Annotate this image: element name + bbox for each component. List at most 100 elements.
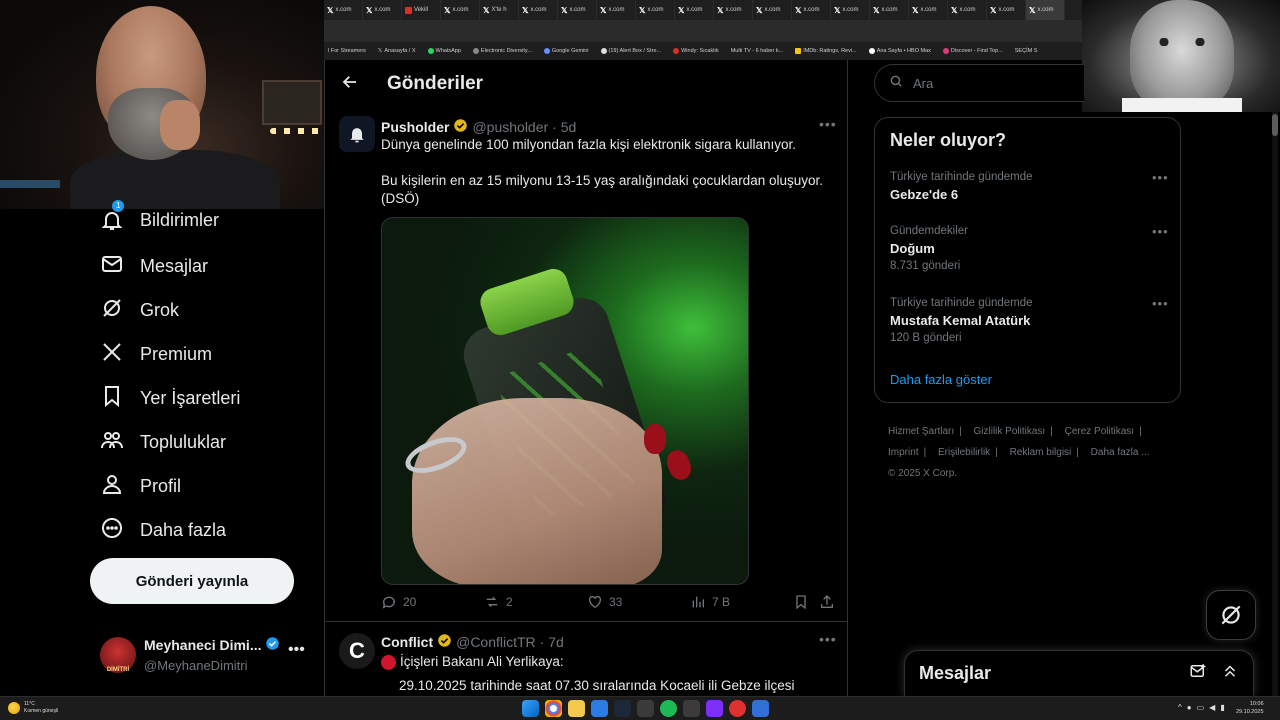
footer-link[interactable]: Gizlilik Politikası [974, 426, 1046, 437]
sidebar-item-grok[interactable]: Grok [100, 296, 179, 325]
tweet-avatar[interactable] [339, 116, 375, 152]
sidebar-item-premium[interactable]: Premium [100, 340, 212, 369]
bookmark-item[interactable]: (19) Alert Box / Stre... [600, 48, 661, 54]
grok-floating-button[interactable] [1206, 590, 1256, 640]
sidebar-item-notifications[interactable]: 1 Bildirimler [100, 200, 219, 232]
app-icon[interactable] [729, 700, 746, 717]
browser-tab[interactable]: 𝕏x.com [324, 0, 363, 20]
scrollbar[interactable] [1272, 112, 1278, 696]
tweet-media-image[interactable] [381, 217, 749, 585]
tweet-author-name[interactable]: Pusholder [381, 119, 449, 135]
browser-tab[interactable]: 𝕏x.com [363, 0, 402, 20]
reply-button[interactable]: 20 [381, 594, 484, 610]
new-message-icon[interactable] [1189, 662, 1221, 685]
volume-icon[interactable]: ◀ [1209, 703, 1215, 712]
browser-tab[interactable]: 𝕏x.com [831, 0, 870, 20]
browser-tab[interactable]: 𝕏x.com [948, 0, 987, 20]
bookmark-item[interactable]: Ana Sayfa • HBO Max [868, 48, 931, 54]
tweet[interactable]: Pusholder @pusholder · 5d ••• Dünya gene… [325, 108, 847, 622]
bookmark-item[interactable]: IMDb: Ratings, Revi... [795, 48, 857, 54]
browser-tab[interactable]: 𝕏x.com [597, 0, 636, 20]
app-icon[interactable] [637, 700, 654, 717]
battery-icon[interactable]: ▮ [1220, 703, 1224, 712]
tweet[interactable]: C Conflict @ConflictTR · 7d ••• İçişleri… [325, 623, 847, 696]
footer-link[interactable]: Imprint [888, 447, 919, 458]
browser-tab[interactable]: 𝕏x.com [519, 0, 558, 20]
views-button[interactable]: 7 B [690, 594, 793, 610]
edge-icon[interactable] [591, 700, 608, 717]
tweet-timestamp[interactable]: · 7d [540, 634, 564, 650]
sidebar-item-more[interactable]: Daha fazla [100, 516, 226, 545]
trend-item[interactable]: Türkiye tarihinde gündemde Gebze'de 6 ••… [890, 170, 1170, 205]
steam-icon[interactable] [614, 700, 631, 717]
browser-tab-active[interactable]: 𝕏x.com [1026, 0, 1065, 20]
trend-item[interactable]: Türkiye tarihinde gündemde Mustafa Kemal… [890, 296, 1170, 346]
repost-button[interactable]: 2 [484, 594, 587, 610]
show-more-link[interactable]: Daha fazla göster [890, 372, 992, 387]
tweet-more-icon[interactable]: ••• [819, 116, 837, 132]
browser-tab[interactable]: 𝕏x.com [558, 0, 597, 20]
sidebar-item-bookmarks[interactable]: Yer İşaretleri [100, 384, 240, 413]
footer-link[interactable]: Çerez Politikası [1065, 426, 1134, 437]
tweet-author-handle[interactable]: @ConflictTR [456, 634, 536, 650]
chevron-up-icon[interactable]: ^ [1178, 703, 1182, 712]
footer-link[interactable]: Erişilebilirlik [938, 447, 990, 458]
browser-tab[interactable]: 𝕏x.com [909, 0, 948, 20]
bookmark-item[interactable]: 𝕏 Anasayfa / X [378, 48, 416, 54]
browser-tab[interactable]: 𝕏x.com [441, 0, 480, 20]
sidebar-item-messages[interactable]: Mesajlar [100, 252, 208, 281]
sidebar-item-profile[interactable]: Profil [100, 472, 181, 501]
tweet-avatar[interactable]: C [339, 633, 375, 669]
app-icon[interactable] [683, 700, 700, 717]
app-icon[interactable] [706, 700, 723, 717]
clock[interactable]: 10:06 29.10.2025 [1236, 700, 1264, 716]
system-tray[interactable]: ^ ● ▭ ◀ ▮ [1178, 703, 1225, 712]
footer-link[interactable]: Reklam bilgisi [1010, 447, 1072, 458]
bookmark-item[interactable]: Windy: Sıcaklık [673, 48, 719, 54]
search-input[interactable] [913, 75, 1063, 91]
footer-link[interactable]: Hizmet Şartları [888, 426, 954, 437]
search-box[interactable] [874, 64, 1084, 102]
trend-more-icon[interactable]: ••• [1152, 296, 1169, 311]
messages-drawer[interactable]: Mesajlar [904, 650, 1254, 696]
trend-more-icon[interactable]: ••• [1152, 170, 1169, 185]
browser-tab[interactable]: 𝕏x.com [636, 0, 675, 20]
tweet-timestamp[interactable]: · 5d [552, 119, 576, 135]
network-icon[interactable]: ▭ [1197, 703, 1205, 712]
browser-tab[interactable]: 𝕏x.com [753, 0, 792, 20]
bookmark-item[interactable]: WhatsApp [427, 48, 461, 54]
account-switcher[interactable]: DİMİTRİ Meyhaneci Dimi... @MeyhaneDimitr… [100, 633, 310, 677]
browser-tab[interactable]: 𝕏 X'te h [480, 0, 519, 20]
share-button[interactable] [819, 594, 835, 610]
bookmark-item[interactable]: Electronic Diversity... [472, 48, 532, 54]
tweet-more-icon[interactable]: ••• [819, 631, 837, 647]
footer-link[interactable]: Daha fazla ... [1091, 447, 1150, 458]
bookmark-item[interactable]: Multi TV - 6 haber k... [731, 48, 783, 54]
browser-tab[interactable]: 𝕏x.com [870, 0, 909, 20]
more-options-icon[interactable]: ••• [288, 641, 305, 659]
browser-tab[interactable]: 𝕏x.com [714, 0, 753, 20]
scrollbar-thumb[interactable] [1272, 114, 1278, 136]
tweet-author-handle[interactable]: @pusholder [472, 119, 548, 135]
mic-icon[interactable]: ● [1187, 703, 1192, 712]
back-arrow-icon[interactable] [341, 73, 359, 96]
tweet-author-name[interactable]: Conflict [381, 634, 433, 650]
bookmark-button[interactable] [793, 594, 819, 610]
browser-tab[interactable]: 𝕏x.com [987, 0, 1026, 20]
weather-widget[interactable]: 11°C Kısmen güneşli [8, 701, 58, 715]
trend-more-icon[interactable]: ••• [1152, 224, 1169, 239]
sidebar-item-communities[interactable]: Topluluklar [100, 428, 226, 457]
bookmark-item[interactable]: SEÇİM S [1015, 48, 1038, 54]
expand-chevron-icon[interactable] [1221, 662, 1253, 685]
browser-tab[interactable]: 𝕏x.com [792, 0, 831, 20]
bookmark-item[interactable]: Google Gemini [543, 48, 589, 54]
windows-start-icon[interactable] [522, 700, 539, 717]
bookmark-item[interactable]: l For Streamers [328, 48, 366, 54]
post-button[interactable]: Gönderi yayınla [90, 558, 294, 604]
browser-tab[interactable]: Vekill [402, 0, 441, 20]
spotify-icon[interactable] [660, 700, 677, 717]
browser-tab[interactable]: 𝕏x.com [675, 0, 714, 20]
trend-item[interactable]: Gündemdekiler Doğum 8.731 gönderi ••• [890, 224, 1170, 274]
app-icon[interactable] [752, 700, 769, 717]
chrome-icon[interactable] [545, 700, 562, 717]
